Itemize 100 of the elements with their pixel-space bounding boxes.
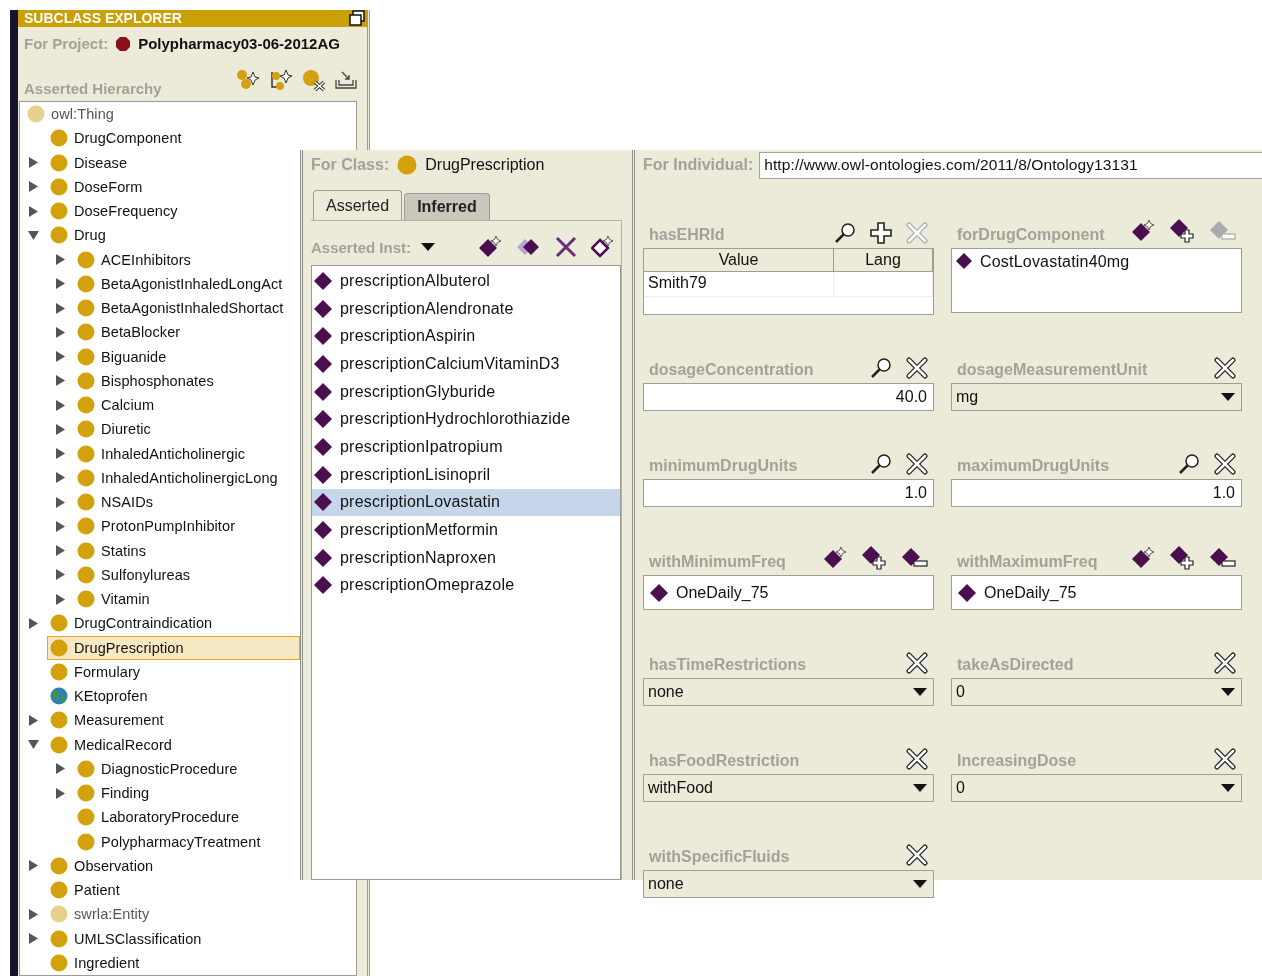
tree-item[interactable]: DiagnosticProcedure xyxy=(74,756,241,781)
delete-icon[interactable] xyxy=(906,844,928,866)
tree-item[interactable]: ProtonPumpInhibitor xyxy=(74,514,239,539)
collapsed-arrow-icon[interactable] xyxy=(55,496,66,508)
collapsed-arrow-icon[interactable] xyxy=(55,593,66,605)
instance-item[interactable]: prescriptionGlyburide xyxy=(312,377,620,406)
add-subclass-icon[interactable] xyxy=(236,69,260,91)
remove-instance-icon[interactable] xyxy=(902,547,928,569)
column-header[interactable]: Value xyxy=(644,249,834,271)
instance-item-selected[interactable]: prescriptionLovastatin xyxy=(312,488,620,517)
instance-item[interactable]: prescriptionAlendronate xyxy=(312,294,620,323)
delete-icon[interactable] xyxy=(1214,652,1236,674)
collapsed-arrow-icon[interactable] xyxy=(28,860,39,872)
instance-item[interactable]: prescriptionAspirin xyxy=(312,322,620,351)
dropdown-caret-icon[interactable] xyxy=(1221,688,1235,696)
collapsed-arrow-icon[interactable] xyxy=(55,545,66,557)
tree-item[interactable]: swrla:Entity xyxy=(47,902,153,927)
tree-item[interactable]: DoseFrequency xyxy=(47,199,181,224)
collapsed-arrow-icon[interactable] xyxy=(28,157,39,169)
add-instance-icon[interactable] xyxy=(1170,218,1196,244)
collapsed-arrow-icon[interactable] xyxy=(55,787,66,799)
collapsed-arrow-icon[interactable] xyxy=(55,375,66,387)
add-icon[interactable] xyxy=(870,222,892,244)
collapsed-arrow-icon[interactable] xyxy=(55,569,66,581)
collapsed-arrow-icon[interactable] xyxy=(55,278,66,290)
add-sibling-icon[interactable] xyxy=(269,69,293,91)
collapsed-arrow-icon[interactable] xyxy=(28,205,39,217)
remove-instance-icon[interactable] xyxy=(1210,547,1236,569)
collapsed-arrow-icon[interactable] xyxy=(55,326,66,338)
number-field[interactable]: 1.0 xyxy=(951,479,1242,507)
tree-item[interactable]: InhaledAnticholinergic xyxy=(74,441,249,466)
instance-field[interactable]: OneDaily_75 xyxy=(643,575,934,610)
collapsed-arrow-icon[interactable] xyxy=(28,933,39,945)
collapsed-arrow-icon[interactable] xyxy=(55,520,66,532)
search-icon[interactable] xyxy=(870,453,892,475)
tree-item[interactable]: Statins xyxy=(74,538,150,563)
collapsed-arrow-icon[interactable] xyxy=(55,423,66,435)
instance-item[interactable]: prescriptionIpatropium xyxy=(312,433,620,461)
collapsed-arrow-icon[interactable] xyxy=(28,617,39,629)
dropdown-field[interactable]: withFood xyxy=(643,774,934,802)
dropdown-field[interactable]: 0 xyxy=(951,678,1242,706)
instance-item[interactable]: prescriptionAlbuterol xyxy=(312,267,620,295)
tree-item[interactable]: Diuretic xyxy=(74,417,154,442)
delete-instance-icon[interactable] xyxy=(555,236,577,258)
create-instance-icon[interactable] xyxy=(479,235,503,259)
collapsed-arrow-icon[interactable] xyxy=(55,302,66,314)
instance-item[interactable]: prescriptionLisinopril xyxy=(312,460,620,489)
tree-item[interactable]: Formulary xyxy=(47,659,144,684)
tree-item[interactable]: KEtoprofen xyxy=(47,684,151,709)
tree-item[interactable]: DrugContraindication xyxy=(47,611,216,636)
tree-item[interactable]: DrugComponent xyxy=(47,126,185,151)
delete-icon[interactable] xyxy=(1214,357,1236,379)
tree-item-selected[interactable]: DrugPrescription xyxy=(47,635,300,660)
number-field[interactable]: 40.0 xyxy=(643,383,934,411)
instance-name[interactable]: CostLovastatin40mg xyxy=(980,253,1130,271)
tree-item[interactable]: Patient xyxy=(47,878,123,903)
tree-item[interactable]: Disease xyxy=(47,150,131,175)
dropdown-caret-icon[interactable] xyxy=(1221,393,1235,401)
collapsed-arrow-icon[interactable] xyxy=(55,399,66,411)
tree-item[interactable]: Measurement xyxy=(47,708,167,733)
dropdown-field[interactable]: mg xyxy=(951,383,1242,411)
tree-item[interactable]: BetaAgonistInhaledShortact xyxy=(74,296,287,321)
tree-item[interactable]: PolypharmacyTreatment xyxy=(74,829,264,854)
tree-item[interactable]: UMLSClassification xyxy=(47,926,205,951)
tree-item[interactable]: Drug xyxy=(47,223,109,248)
expanded-arrow-icon[interactable] xyxy=(28,229,39,241)
delete-icon[interactable] xyxy=(906,357,928,379)
collapsed-arrow-icon[interactable] xyxy=(55,351,66,363)
export-tray-icon[interactable] xyxy=(335,70,357,90)
delete-class-icon[interactable] xyxy=(302,69,326,91)
instance-item[interactable]: prescriptionCalciumVitaminD3 xyxy=(312,350,620,378)
dropdown-field[interactable]: none xyxy=(643,678,934,706)
restore-window-icon[interactable] xyxy=(349,10,365,27)
add-instance-icon[interactable] xyxy=(862,545,888,571)
delete-icon[interactable] xyxy=(1214,453,1236,475)
expanded-arrow-icon[interactable] xyxy=(28,739,39,751)
instance-item[interactable]: prescriptionOmeprazole xyxy=(312,571,620,600)
column-header[interactable]: Lang xyxy=(834,249,933,271)
tab[interactable]: Asserted xyxy=(313,190,403,220)
tree-item[interactable]: DoseForm xyxy=(47,174,146,199)
instance-field[interactable]: OneDaily_75 xyxy=(951,575,1242,610)
tab[interactable]: Inferred xyxy=(404,193,490,220)
dropdown-field[interactable]: none xyxy=(643,870,934,898)
tree-item[interactable]: ACEInhibitors xyxy=(74,247,194,272)
search-icon[interactable] xyxy=(1178,453,1200,475)
delete-icon[interactable] xyxy=(906,652,928,674)
add-instance-icon[interactable] xyxy=(1170,545,1196,571)
create-instance-icon[interactable] xyxy=(1132,546,1156,570)
delete-icon[interactable] xyxy=(906,453,928,475)
create-instance-icon[interactable] xyxy=(1132,219,1156,243)
tree-item[interactable]: MedicalRecord xyxy=(47,732,175,757)
dropdown-caret-icon[interactable] xyxy=(421,243,436,251)
uri-field[interactable]: http://www.owl-ontologies.com/2011/8/Ontology13131 xyxy=(759,151,1262,179)
tree-item[interactable]: Sulfonylureas xyxy=(74,562,194,587)
dropdown-caret-icon[interactable] xyxy=(1221,784,1235,792)
search-icon[interactable] xyxy=(870,357,892,379)
number-field[interactable]: 1.0 xyxy=(643,479,934,507)
dropdown-caret-icon[interactable] xyxy=(913,784,927,792)
tree-item[interactable]: BetaAgonistInhaledLongAct xyxy=(74,271,286,296)
collapsed-arrow-icon[interactable] xyxy=(28,714,39,726)
